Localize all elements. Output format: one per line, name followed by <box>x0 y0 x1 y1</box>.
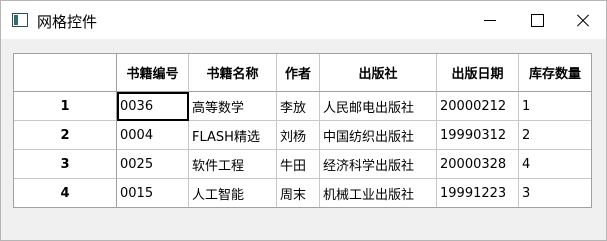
maximize-button[interactable] <box>514 1 560 39</box>
grid-cell[interactable]: 牛田 <box>277 150 320 179</box>
row-header[interactable]: 4 <box>14 179 117 207</box>
grid-cell[interactable]: 4 <box>519 150 591 179</box>
grid-cell[interactable]: 19991223 <box>437 179 519 207</box>
app-window: 网格控件 书籍编号 书籍名称 作者 出版社 出版日期 库存数量 1 0036 高… <box>0 0 607 241</box>
grid-cell[interactable]: 机械工业出版社 <box>320 179 437 207</box>
grid-cell[interactable]: 高等数学 <box>189 92 277 121</box>
column-header-stock[interactable]: 库存数量 <box>519 54 591 92</box>
column-header-author[interactable]: 作者 <box>277 54 320 92</box>
row-header[interactable]: 1 <box>14 92 117 121</box>
grid-cell[interactable]: 1 <box>519 92 591 121</box>
window-title: 网格控件 <box>37 13 98 31</box>
row-header[interactable]: 2 <box>14 121 117 150</box>
minimize-icon <box>484 19 496 21</box>
maximize-icon <box>530 13 544 27</box>
close-button[interactable] <box>560 1 606 39</box>
grid-cell[interactable]: 0015 <box>117 179 189 207</box>
grid-cell[interactable]: 19990312 <box>437 121 519 150</box>
grid-cell[interactable]: 刘杨 <box>277 121 320 150</box>
title-bar[interactable]: 网格控件 <box>1 1 606 39</box>
column-header-book-id[interactable]: 书籍编号 <box>117 54 189 92</box>
column-header-publish-date[interactable]: 出版日期 <box>437 54 519 92</box>
grid-cell[interactable]: 3 <box>519 179 591 207</box>
grid-cell[interactable]: 中国纺织出版社 <box>320 121 437 150</box>
grid-cell[interactable]: 0004 <box>117 121 189 150</box>
grid-corner[interactable] <box>14 54 117 92</box>
column-header-publisher[interactable]: 出版社 <box>320 54 437 92</box>
grid-cell[interactable]: 20000212 <box>437 92 519 121</box>
grid-cell[interactable]: 人工智能 <box>189 179 277 207</box>
data-grid[interactable]: 书籍编号 书籍名称 作者 出版社 出版日期 库存数量 1 0036 高等数学 李… <box>13 53 592 208</box>
grid-cell[interactable]: 李放 <box>277 92 320 121</box>
grid-cell[interactable]: 0036 <box>117 92 189 121</box>
row-header[interactable]: 3 <box>14 150 117 179</box>
grid-cell[interactable]: 人民邮电出版社 <box>320 92 437 121</box>
grid-cell[interactable]: 周末 <box>277 179 320 207</box>
minimize-button[interactable] <box>467 1 513 39</box>
client-area: 书籍编号 书籍名称 作者 出版社 出版日期 库存数量 1 0036 高等数学 李… <box>1 39 606 240</box>
grid-cell[interactable]: 2 <box>519 121 591 150</box>
grid-cell[interactable]: FLASH精选 <box>189 121 277 150</box>
close-icon <box>576 13 590 27</box>
column-header-book-name[interactable]: 书籍名称 <box>189 54 277 92</box>
grid-cell[interactable]: 软件工程 <box>189 150 277 179</box>
grid-cell[interactable]: 20000328 <box>437 150 519 179</box>
grid-cell[interactable]: 经济科学出版社 <box>320 150 437 179</box>
grid-cell[interactable]: 0025 <box>117 150 189 179</box>
app-icon <box>12 13 28 27</box>
